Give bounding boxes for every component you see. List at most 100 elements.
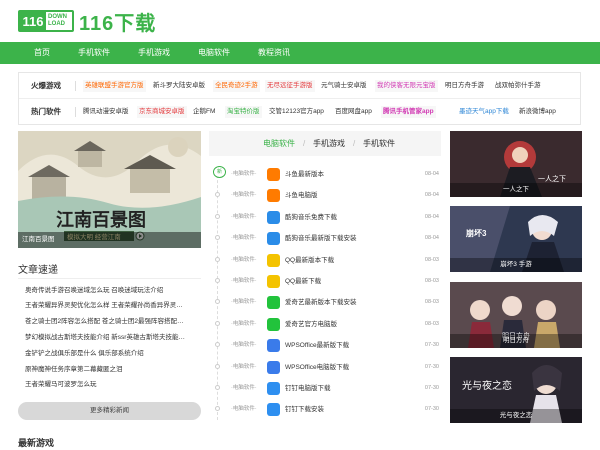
- game-card[interactable]: 光与夜之恋 光与夜之恋: [450, 357, 582, 423]
- software-row[interactable]: ·电脑软件· 爱奇艺最新版本下载安装 08-03: [209, 293, 441, 314]
- hot-game-link[interactable]: 新斗罗大陆安卓版: [153, 73, 205, 99]
- software-row[interactable]: ·电脑软件· QQ最新下载 08-03: [209, 272, 441, 293]
- row-date: 08-04: [424, 235, 439, 242]
- software-row[interactable]: ·电脑软件· 酷狗音乐最新版下载安装 08-04: [209, 229, 441, 250]
- row-category: ·电脑软件·: [231, 320, 257, 327]
- hot-software-link[interactable]: 淘宝特价版: [225, 106, 262, 118]
- software-row[interactable]: ·电脑软件· 爱奇艺官方电脑版 08-03: [209, 315, 441, 336]
- hot-software-link[interactable]: 新浪微博app: [519, 99, 556, 125]
- tab-mobile-software[interactable]: 手机软件: [363, 131, 395, 156]
- article-item[interactable]: 金铲铲之战俱乐部是什么 俱乐部系统介绍: [25, 346, 200, 361]
- newest-games-title: 最新游戏: [18, 438, 55, 448]
- row-date: 08-03: [424, 299, 439, 306]
- game-card-overlay: 崩坏3: [466, 228, 487, 238]
- hot-games-label: 火爆游戏: [31, 81, 61, 90]
- nav-home[interactable]: 首页: [34, 42, 50, 64]
- logo-number: 116: [20, 12, 46, 30]
- hot-software-link[interactable]: 企鹅FM: [193, 99, 215, 125]
- software-row[interactable]: 新 ·电脑软件· 斗鱼最新版本 08-04: [209, 165, 441, 186]
- timeline-node: [215, 342, 220, 348]
- timeline-node: [215, 299, 220, 305]
- qq-icon: [267, 253, 280, 267]
- divider: [75, 81, 76, 91]
- site-logo[interactable]: 116 DOWN LOAD 116下载: [18, 9, 156, 35]
- software-row[interactable]: ·电脑软件· 斗鱼电脑版 08-04: [209, 186, 441, 207]
- game-card[interactable]: 一人之下 一人之下: [450, 131, 582, 197]
- nav-mobile-software[interactable]: 手机软件: [78, 42, 110, 64]
- article-item[interactable]: 王者荣耀马可波罗怎么玩: [25, 377, 200, 392]
- row-title: 钉钉下载安装: [285, 406, 324, 414]
- hot-game-link[interactable]: 无尽远征手游版: [265, 80, 315, 92]
- game-card[interactable]: 崩坏3 崩坏3 手游: [450, 206, 582, 272]
- logo-sub-line1: DOWN: [48, 14, 67, 20]
- row-title: 钉钉电脑版下载: [285, 385, 331, 392]
- dingtalk-icon: [267, 403, 280, 417]
- row-category: ·电脑软件·: [231, 213, 257, 220]
- row-category: ·电脑软件·: [231, 171, 257, 177]
- game-card[interactable]: 明日方舟 明日方舟: [450, 282, 582, 348]
- hot-software-link[interactable]: 墨迹天气app下载: [459, 99, 509, 125]
- row-category: ·电脑软件·: [231, 192, 257, 199]
- hot-software-link[interactable]: 腾讯手机管家app: [381, 106, 436, 118]
- douyu-icon: [267, 168, 280, 181]
- software-row[interactable]: ·电脑软件· 钉钉下载安装 07-30: [209, 400, 441, 421]
- row-date: 08-03: [424, 278, 439, 284]
- article-item[interactable]: 苍之骑士团2阵容怎么搭配 苍之骑士团2最强阵容搭配…: [25, 314, 200, 329]
- hot-game-link[interactable]: 元气骑士安卓版: [321, 73, 367, 99]
- software-row[interactable]: ·电脑软件· WPSOffice最新版下载 07-30: [209, 336, 441, 357]
- hot-software-link[interactable]: 百度网盘app: [335, 99, 372, 125]
- banner-illustration: 江南百景图 模拟大明 经营江南: [18, 131, 201, 248]
- iqiyi-icon: [267, 296, 280, 310]
- row-title: 爱奇艺官方电脑版: [285, 320, 337, 328]
- game-card-label: 光与夜之恋: [450, 409, 582, 423]
- row-title: 斗鱼电脑版: [285, 192, 318, 200]
- nav-tutorials[interactable]: 教程资讯: [258, 42, 290, 64]
- row-category: ·电脑软件·: [231, 385, 257, 391]
- row-title: 爱奇艺最新版本下载安装: [285, 299, 357, 307]
- article-item[interactable]: 奥奇传说手游召唤迷域怎么玩 召唤迷域玩法介绍: [25, 283, 200, 298]
- hot-game-link[interactable]: 明日方舟手游: [445, 73, 484, 99]
- hot-software-link[interactable]: 京东商城安卓版: [137, 106, 187, 118]
- hot-game-link[interactable]: 全民奇迹2手游: [213, 80, 260, 92]
- row-title: QQ最新下载: [285, 278, 322, 285]
- game-card-label: 明日方舟: [450, 334, 582, 348]
- hot-game-link[interactable]: 英雄联盟手游官方版: [83, 80, 146, 92]
- nav-pc-software[interactable]: 电脑软件: [198, 42, 230, 64]
- article-item[interactable]: 原神魔神任务序章第二幕藏匿之泪: [25, 362, 200, 377]
- article-title: 金铲铲之战俱乐部是什么 俱乐部系统介绍: [25, 350, 144, 357]
- wps-icon: [267, 360, 280, 374]
- timeline-node: [215, 213, 220, 219]
- hot-games-row: 火爆游戏 英雄联盟手游官方版 新斗罗大陆安卓版 全民奇迹2手游 无尽远征手游版 …: [19, 73, 580, 99]
- more-news-button[interactable]: 更多精彩新闻: [18, 402, 201, 420]
- featured-banner[interactable]: 江南百景图 模拟大明 经营江南 江南百景图: [18, 131, 201, 248]
- article-item[interactable]: 梦幻模拟战古斯塔夫技能介绍 新ssr英雄古斯塔夫技能…: [25, 330, 200, 345]
- tab-separator: /: [353, 139, 356, 148]
- row-category: ·电脑软件·: [231, 278, 257, 284]
- tab-pc-software[interactable]: 电脑软件: [263, 131, 295, 156]
- game-card-overlay: 光与夜之恋: [462, 379, 512, 392]
- row-category: ·电脑软件·: [231, 299, 257, 306]
- hot-software-link[interactable]: 腾讯动漫安卓版: [83, 99, 129, 125]
- tab-mobile-games[interactable]: 手机游戏: [313, 131, 345, 156]
- row-title: WPSOffice最新版下载: [285, 342, 350, 350]
- row-title: WPSOffice电脑版下载: [285, 363, 350, 371]
- kugou-icon: [267, 232, 280, 246]
- software-row[interactable]: ·电脑软件· 酷狗音乐免费下载 08-04: [209, 208, 441, 229]
- logo-sub-line2: LOAD: [48, 21, 65, 27]
- article-title: 王者荣耀异界灵契优化怎么样 王者荣耀孙尚香异界灵…: [25, 302, 183, 309]
- nav-mobile-games[interactable]: 手机游戏: [138, 42, 170, 64]
- category-tabs: 电脑软件 / 手机游戏 / 手机软件: [209, 131, 441, 156]
- hot-software-link[interactable]: 交管12123官方app: [269, 99, 324, 125]
- hot-game-link[interactable]: 我的侠客无限元宝版: [375, 80, 438, 92]
- timeline-node: [215, 235, 220, 241]
- row-date: 07-30: [424, 406, 439, 413]
- software-row[interactable]: ·电脑软件· WPSOffice电脑版下载 07-30: [209, 358, 441, 379]
- software-row[interactable]: ·电脑软件· 钉钉电脑版下载 07-30: [209, 379, 441, 400]
- row-date: 08-04: [424, 192, 439, 199]
- game-card-label: 崩坏3 手游: [450, 258, 582, 272]
- software-row[interactable]: ·电脑软件· QQ最新版本下载 08-03: [209, 251, 441, 272]
- timeline-node: [215, 278, 220, 283]
- row-category: ·电脑软件·: [231, 406, 257, 413]
- hot-game-link[interactable]: 战双帕弥什手游: [495, 73, 541, 99]
- article-item[interactable]: 王者荣耀异界灵契优化怎么样 王者荣耀孙尚香异界灵…: [25, 298, 200, 313]
